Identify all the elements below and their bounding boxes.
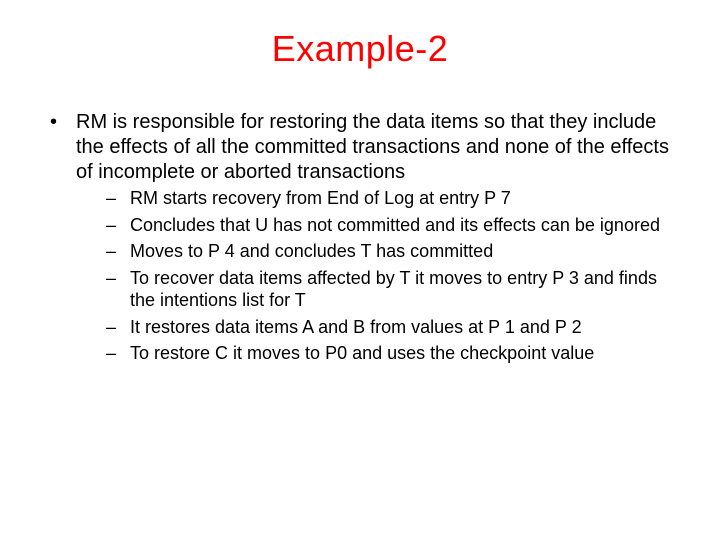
main-bullet-text: RM is responsible for restoring the data… — [76, 111, 669, 183]
sub-bullet: Moves to P 4 and concludes T has committ… — [76, 240, 684, 263]
slide-title: Example-2 — [36, 28, 684, 70]
sub-list: RM starts recovery from End of Log at en… — [76, 187, 684, 365]
sub-bullet: It restores data items A and B from valu… — [76, 316, 684, 339]
sub-bullet: To recover data items affected by T it m… — [76, 267, 684, 312]
sub-bullet: To restore C it moves to P0 and uses the… — [76, 342, 684, 365]
sub-bullet: Concludes that U has not committed and i… — [76, 214, 684, 237]
main-bullet: RM is responsible for restoring the data… — [36, 110, 684, 365]
sub-bullet: RM starts recovery from End of Log at en… — [76, 187, 684, 210]
main-list: RM is responsible for restoring the data… — [36, 110, 684, 365]
